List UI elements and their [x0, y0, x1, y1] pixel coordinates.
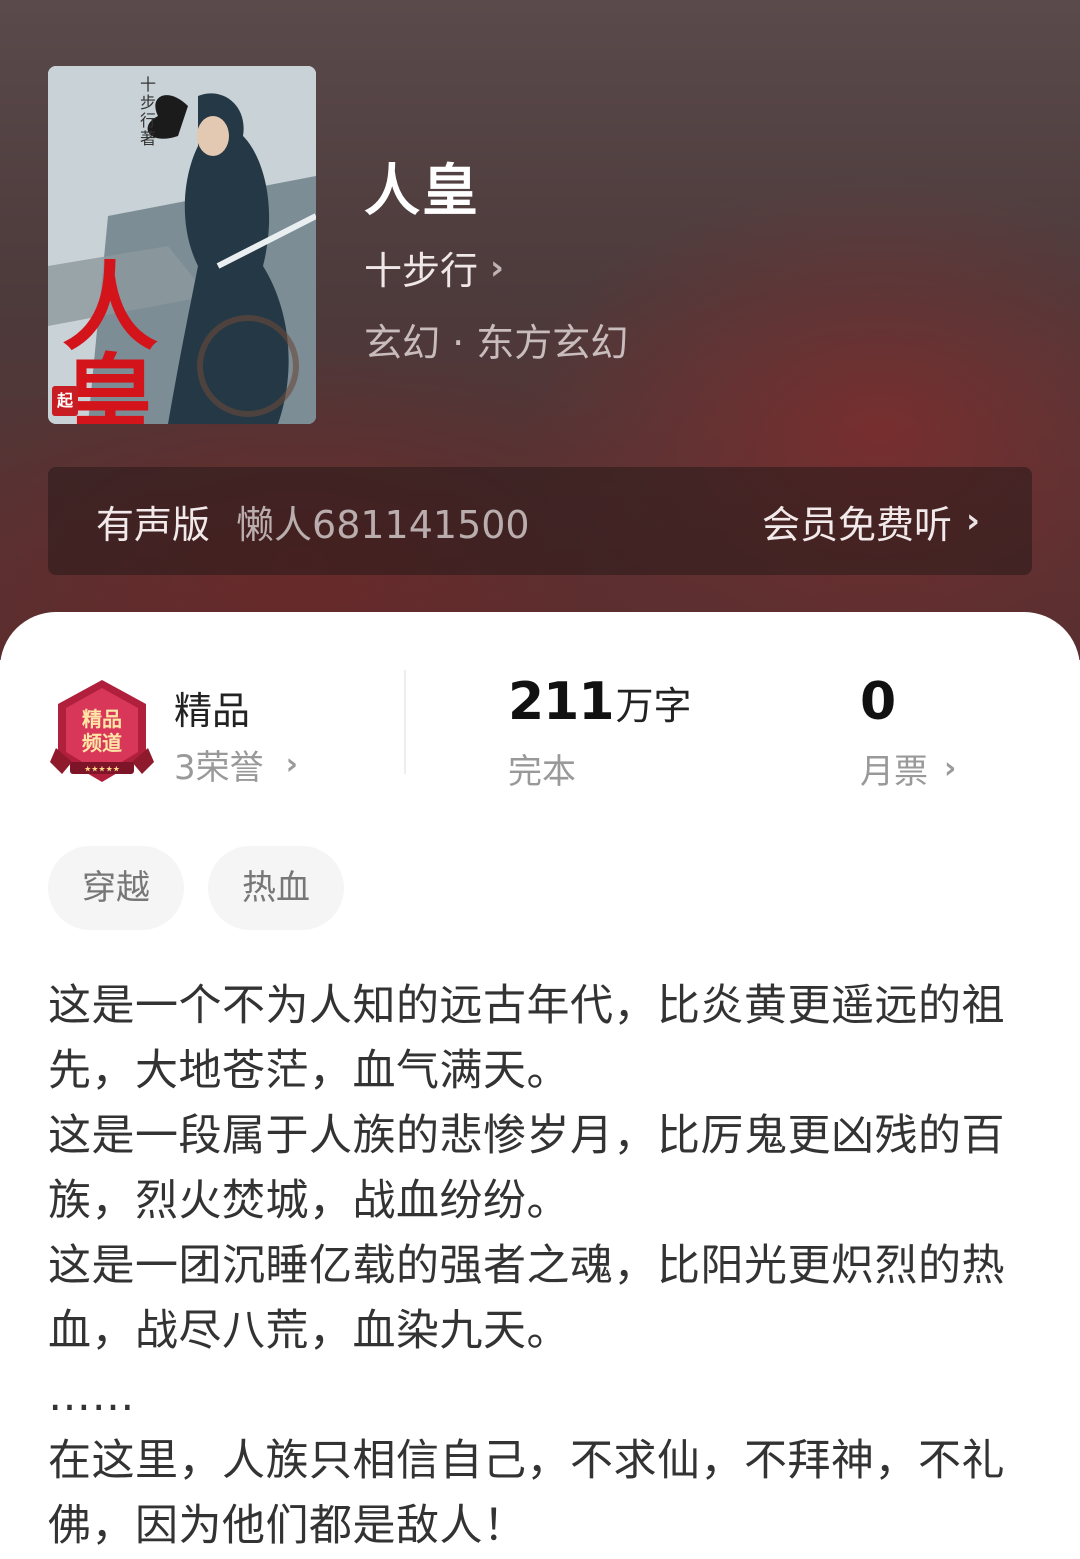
audio-narrator: 懒人681141500: [236, 502, 530, 547]
member-free-listen-label: 会员免费听: [761, 502, 952, 547]
synopsis-paragraph: ……: [48, 1371, 135, 1421]
book-title: 人皇: [364, 158, 480, 224]
audio-version-bar[interactable]: 有声版 懒人681141500 会员免费听 ›: [48, 467, 1032, 575]
author-name: 十步行: [364, 249, 479, 293]
svg-text:★★★★★: ★★★★★: [84, 765, 120, 774]
member-free-listen-button[interactable]: 会员免费听 ›: [762, 494, 980, 549]
synopsis-paragraph: 这是一个不为人知的远古年代，比炎黄更遥远的祖先，大地苍茫，血气满天。: [48, 981, 1005, 1096]
completion-status: 完本: [508, 752, 576, 792]
monthly-ticket-link[interactable]: 月票 ›: [860, 744, 956, 793]
chevron-right-icon: ›: [285, 747, 299, 782]
badge-text-line1: 精品: [82, 707, 122, 731]
word-count-value: 211: [508, 672, 615, 732]
badge-text-line2: 频道: [82, 731, 122, 755]
monthly-ticket-label: 月票: [860, 752, 928, 792]
tag-chip[interactable]: 热血: [208, 846, 344, 930]
stats-divider: [404, 670, 406, 774]
premium-channel-badge-icon[interactable]: ★★★★★ 精品 频道: [50, 678, 154, 788]
honor-link[interactable]: 3荣誉 ›: [174, 740, 298, 789]
book-synopsis[interactable]: 这是一个不为人知的远古年代，比炎黄更遥远的祖先，大地苍茫，血气满天。 这是一段属…: [48, 974, 1032, 1559]
monthly-ticket-count: 0: [860, 672, 897, 732]
chevron-right-icon: ›: [490, 247, 505, 288]
chevron-right-icon: ›: [965, 501, 980, 541]
word-count-unit: 万字: [615, 684, 692, 728]
book-header: 十步行著 人皇 起 人皇 十步行 › 玄幻 · 东方玄幻 有声版 懒人68114…: [0, 0, 1080, 660]
stats-row: ★★★★★ 精品 频道 精品 3荣誉 › 211 万字 完本 0 月票 ›: [0, 612, 1080, 812]
chevron-right-icon: ›: [944, 751, 957, 786]
honor-title: 精品: [174, 689, 251, 733]
tag-list: 穿越 热血: [48, 846, 344, 930]
word-count: 211 万字: [508, 672, 692, 732]
honor-count: 3荣誉: [174, 748, 264, 788]
synopsis-paragraph: 这是一团沉睡亿载的强者之魂，比阳光更炽烈的热血，战尽八荒，血染九天。: [48, 1241, 1005, 1356]
synopsis-paragraph: 这是一段属于人族的悲惨岁月，比厉鬼更凶残的百族，烈火焚城，战血纷纷。: [48, 1111, 1005, 1226]
book-cover[interactable]: 十步行著 人皇 起: [48, 66, 316, 424]
book-category: 玄幻 · 东方玄幻: [364, 321, 629, 365]
tag-chip[interactable]: 穿越: [48, 846, 184, 930]
synopsis-paragraph: 在这里，人族只相信自己，不求仙，不拜神，不礼佛，因为他们都是敌人！: [48, 1436, 1005, 1551]
cover-publisher-badge: 起: [52, 386, 78, 416]
author-link[interactable]: 十步行 ›: [364, 240, 504, 295]
audio-label: 有声版: [96, 502, 211, 547]
cover-title-text: 人皇: [62, 251, 158, 425]
book-detail-card: ★★★★★ 精品 频道 精品 3荣誉 › 211 万字 完本 0 月票 › 穿越…: [0, 612, 1080, 1558]
cover-author-text: 十步行著: [140, 75, 157, 148]
